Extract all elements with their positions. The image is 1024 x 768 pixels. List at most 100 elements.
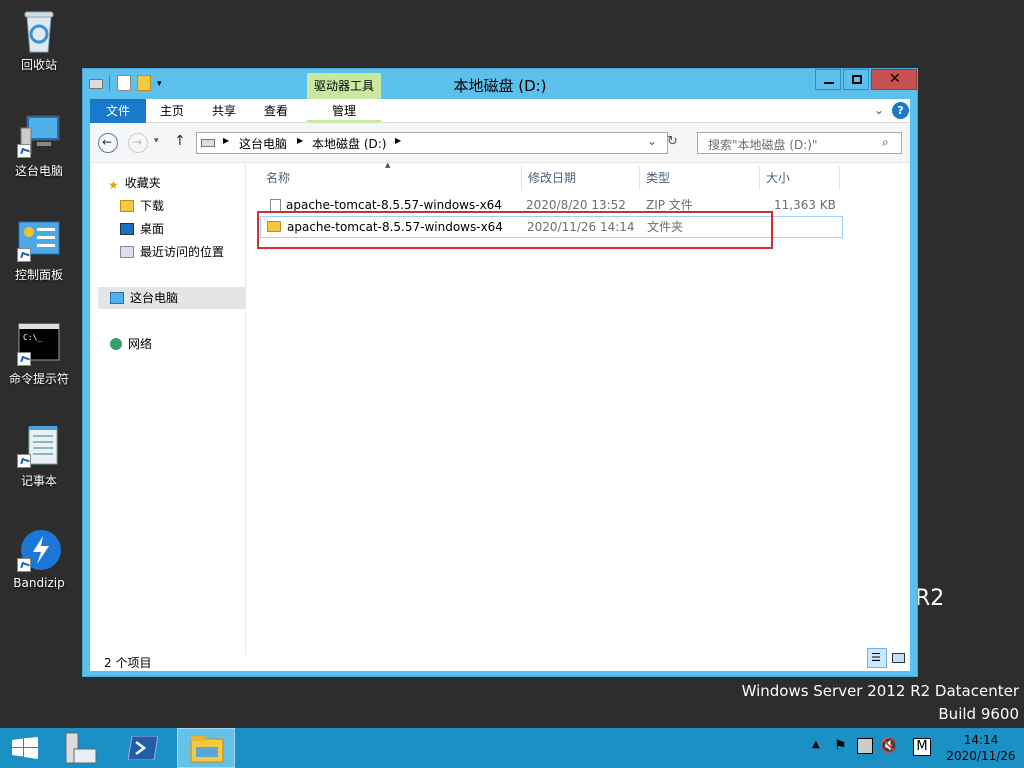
help-icon[interactable]: ? <box>892 102 909 119</box>
desktop-icon-label: 记事本 <box>20 474 57 488</box>
desktop-icon-notepad[interactable]: 记事本 <box>4 424 74 489</box>
clock-date: 2020/11/26 <box>946 749 1016 763</box>
breadcrumb-local-disk[interactable]: 本地磁盘 (D:) <box>312 135 386 152</box>
back-arrow-icon: ← <box>102 135 113 149</box>
show-hidden-icons-icon[interactable]: ▲ <box>812 739 820 750</box>
svg-text:C:\_: C:\_ <box>23 333 42 342</box>
shortcut-arrow-icon <box>17 248 31 262</box>
breadcrumb-separator-icon: ▶ <box>223 136 230 145</box>
file-explorer-icon <box>190 736 224 763</box>
large-icons-view-icon <box>892 653 905 663</box>
clock[interactable]: 14:14 2020/11/26 <box>944 732 1018 764</box>
address-history-chevron-icon[interactable]: ⌄ <box>647 134 657 148</box>
ribbon-tabs: 文件 主页 共享 查看 管理 ⌄ ? <box>90 99 910 123</box>
desktop-icon-command-prompt[interactable]: C:\_ 命令提示符 <box>4 322 74 387</box>
nav-item-desktop[interactable]: 桌面 <box>120 219 164 239</box>
desktop-icon-label: Bandizip <box>13 576 65 590</box>
shortcut-arrow-icon <box>17 144 31 158</box>
file-size: 11,363 KB <box>774 198 836 212</box>
drive-icon <box>201 139 215 147</box>
nav-item-label: 下载 <box>140 199 165 213</box>
search-input[interactable]: 搜索"本地磁盘 (D:)" ⌕ <box>697 132 902 154</box>
recent-places-icon <box>120 246 134 258</box>
recent-locations-chevron-icon[interactable]: ▾ <box>154 136 159 146</box>
tab-manage[interactable]: 管理 <box>307 99 381 123</box>
maximize-icon <box>852 75 862 84</box>
search-placeholder: 搜索"本地磁盘 (D:)" <box>708 138 818 152</box>
column-header-date[interactable]: 修改日期 <box>522 166 640 190</box>
forward-button[interactable]: → <box>128 133 148 153</box>
file-list[interactable]: ▲ 名称 修改日期 类型 大小 apache-tomcat-8.5.57-win… <box>248 161 910 655</box>
column-header-type[interactable]: 类型 <box>640 166 760 190</box>
explorer-window[interactable]: ▾ 驱动器工具 本地磁盘 (D:) ✕ 文件 主页 共享 查看 管理 ⌄ ? ←… <box>82 68 918 677</box>
breadcrumb-this-pc[interactable]: 这台电脑 <box>239 135 287 152</box>
start-button[interactable] <box>2 728 48 768</box>
input-language-indicator[interactable]: M <box>913 738 931 756</box>
details-view-button[interactable]: ☰ <box>867 648 887 668</box>
desktop-icon-label: 这台电脑 <box>14 164 63 178</box>
windows-logo-icon <box>12 737 38 759</box>
minimize-icon <box>824 82 834 84</box>
title-bar[interactable]: ▾ 驱动器工具 本地磁盘 (D:) ✕ <box>83 69 917 99</box>
desktop-folder-icon <box>120 223 134 235</box>
os-edition-text: Windows Server 2012 R2 Datacenter <box>741 682 1019 700</box>
control-panel-icon <box>17 218 61 262</box>
taskbar-server-manager[interactable] <box>58 728 104 768</box>
taskbar-file-explorer[interactable] <box>177 728 235 768</box>
downloads-folder-icon <box>120 200 134 212</box>
tab-view[interactable]: 查看 <box>250 99 302 123</box>
desktop-icon-label: 命令提示符 <box>8 372 69 386</box>
desktop-icon-label: 控制面板 <box>14 268 63 282</box>
minimize-button[interactable] <box>815 69 841 90</box>
highlight-annotation-box <box>257 211 773 249</box>
desktop-icon-bandizip[interactable]: Bandizip <box>4 528 74 590</box>
tab-share[interactable]: 共享 <box>198 99 250 123</box>
tab-home[interactable]: 主页 <box>146 99 198 123</box>
os-build-text: Build 9600 <box>938 705 1019 723</box>
up-button[interactable]: ↑ <box>174 133 186 149</box>
window-title: 本地磁盘 (D:) <box>453 77 547 95</box>
desktop-icon-recycle-bin[interactable]: 回收站 <box>4 8 74 73</box>
breadcrumb-separator-icon: ▶ <box>297 136 304 145</box>
column-header-name[interactable]: 名称 <box>260 166 522 190</box>
star-icon: ★ <box>108 178 119 192</box>
nav-item-favorites[interactable]: ★ 收藏夹 <box>108 173 161 193</box>
ribbon-expand-chevron-icon[interactable]: ⌄ <box>874 103 884 117</box>
desktop-icon-this-pc[interactable]: 这台电脑 <box>4 114 74 179</box>
refresh-icon[interactable]: ↻ <box>667 134 678 149</box>
network-status-icon[interactable] <box>857 738 873 754</box>
item-count: 2 个项目 <box>104 656 152 670</box>
tab-file[interactable]: 文件 <box>90 99 146 123</box>
back-button[interactable]: ← <box>98 133 118 153</box>
os-watermark: Windows Server 2012 R2 Datacenter Build … <box>742 680 1019 726</box>
bandizip-icon <box>17 528 61 572</box>
desktop-icon-label: 回收站 <box>20 58 57 72</box>
status-bar: 2 个项目 ☰ <box>90 648 910 671</box>
nav-item-label: 桌面 <box>140 222 165 236</box>
volume-muted-icon[interactable]: 🔇 <box>880 738 897 754</box>
large-icons-view-button[interactable] <box>889 648 909 668</box>
close-button[interactable]: ✕ <box>871 69 917 90</box>
taskbar: ▲ ⚑ 🔇 M 14:14 2020/11/26 <box>0 728 1024 768</box>
navigation-pane: ★ 收藏夹 下载 桌面 最近访问的位置 这台电脑 网络 <box>90 163 246 655</box>
maximize-button[interactable] <box>843 69 869 90</box>
shortcut-arrow-icon <box>17 352 31 366</box>
nav-item-recent[interactable]: 最近访问的位置 <box>120 242 224 262</box>
nav-item-this-pc[interactable]: 这台电脑 <box>110 288 178 308</box>
nav-item-network[interactable]: 网络 <box>110 334 152 354</box>
computer-icon <box>17 114 61 158</box>
address-path[interactable]: ▶ 这台电脑 ▶ 本地磁盘 (D:) ▶ ⌄ ↻ <box>196 132 678 154</box>
taskbar-powershell[interactable] <box>120 728 166 768</box>
computer-icon <box>110 292 124 304</box>
desktop-icon-control-panel[interactable]: 控制面板 <box>4 218 74 283</box>
server-manager-icon <box>65 732 97 764</box>
nav-item-label: 最近访问的位置 <box>140 245 225 259</box>
close-icon: ✕ <box>889 71 901 87</box>
details-view-icon: ☰ <box>871 651 881 664</box>
nav-item-label: 网络 <box>128 337 153 351</box>
nav-item-label: 这台电脑 <box>130 291 179 305</box>
command-prompt-icon: C:\_ <box>17 322 61 366</box>
nav-item-downloads[interactable]: 下载 <box>120 196 164 216</box>
action-center-flag-icon[interactable]: ⚑ <box>834 738 847 754</box>
column-header-size[interactable]: 大小 <box>760 166 840 190</box>
